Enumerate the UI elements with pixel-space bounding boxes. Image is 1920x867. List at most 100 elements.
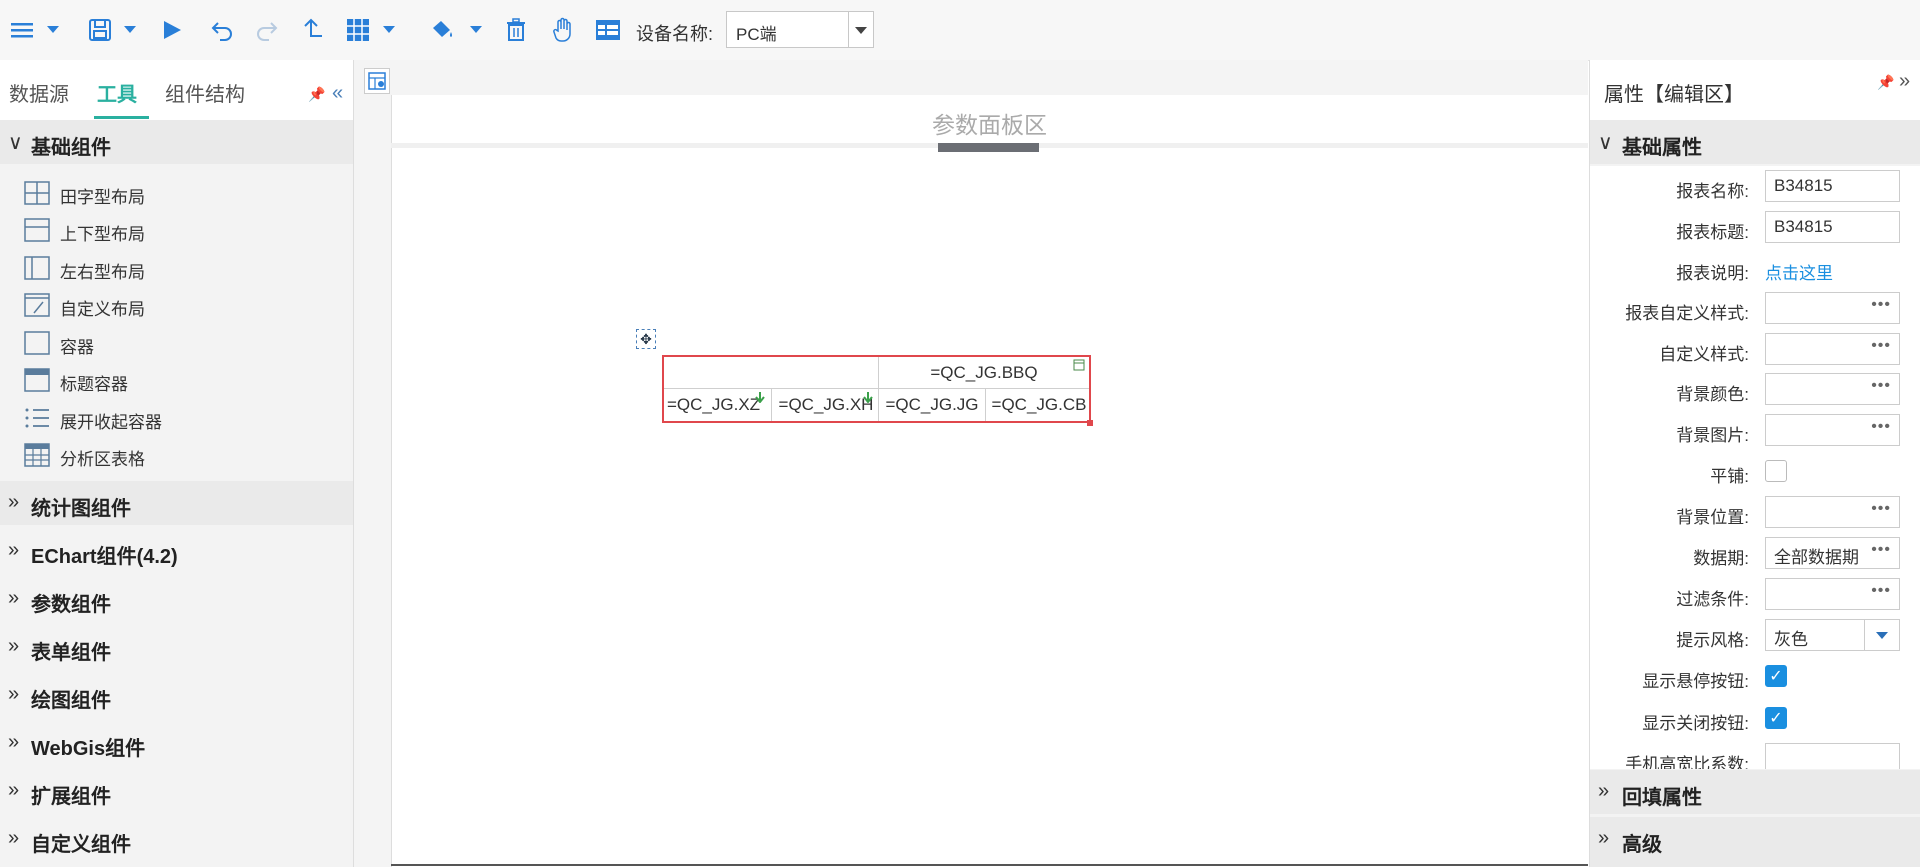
save-icon[interactable] [87, 14, 113, 46]
top-bottom-layout-icon [24, 218, 50, 242]
tool-container[interactable]: 容器 [24, 328, 324, 358]
tab-datasource[interactable]: 数据源 [9, 78, 69, 107]
section-drawing-components[interactable]: » 绘图组件 [0, 673, 353, 717]
layout-grid-icon[interactable] [345, 14, 371, 46]
custom-report-style-input[interactable]: ••• [1765, 292, 1900, 324]
prop-report-name: 报表名称: B34815 [1590, 166, 1920, 206]
chevron-right-icon: » [8, 491, 20, 513]
chevron-right-icon: » [8, 779, 20, 801]
prop-label: 报表标题: [1676, 223, 1749, 242]
report-table[interactable]: =QC_JG.BBQ =QC_JG.XZ =QC_JG.XH =QC_JG.JG… [662, 355, 1091, 423]
more-icon[interactable]: ••• [1871, 582, 1891, 600]
section-param-components[interactable]: » 参数组件 [0, 577, 353, 621]
data-period-input[interactable]: 全部数据期 ••• [1765, 537, 1900, 569]
menu-icon[interactable] [8, 14, 36, 46]
upload-icon[interactable] [299, 14, 325, 46]
move-icon[interactable]: ✥ [636, 329, 656, 349]
tool-top-bottom-layout[interactable]: 上下型布局 [24, 215, 324, 245]
custom-layout-icon [24, 293, 50, 317]
tool-grid-layout[interactable]: 田字型布局 [24, 178, 324, 208]
tool-collapsible-container[interactable]: 展开收起容器 [24, 403, 324, 433]
filter-input[interactable]: ••• [1765, 578, 1900, 610]
section-basic-components[interactable]: ∨ 基础组件 [0, 120, 353, 164]
chevron-down-icon[interactable] [1864, 620, 1899, 650]
bg-image-input[interactable]: ••• [1765, 414, 1900, 446]
cell-expand-icon [1073, 359, 1085, 371]
collapse-left-icon[interactable]: « [332, 82, 343, 105]
canvas-bottom-border [391, 864, 1588, 866]
paint-dropdown-icon[interactable] [470, 26, 482, 33]
table-header-cell[interactable]: =QC_JG.BBQ [878, 363, 1090, 383]
mobile-ratio-input[interactable] [1765, 743, 1900, 769]
prop-label: 背景位置: [1676, 508, 1749, 527]
show-hover-checkbox[interactable]: ✓ [1765, 665, 1787, 687]
section-webgis-components[interactable]: » WebGis组件 [0, 721, 353, 765]
preview-icon[interactable] [594, 14, 622, 46]
report-settings-icon[interactable] [364, 68, 390, 94]
device-select[interactable]: PC端 [726, 11, 874, 48]
tool-label: 左右型布局 [60, 263, 145, 282]
prop-bg-color: 背景颜色: ••• [1590, 369, 1920, 409]
tip-style-select[interactable]: 灰色 [1765, 619, 1900, 651]
chevron-down-icon: ∨ [1598, 132, 1613, 154]
bg-color-input[interactable]: ••• [1765, 373, 1900, 405]
run-icon[interactable] [159, 14, 185, 46]
section-chart-components[interactable]: » 统计图组件 [0, 481, 353, 525]
tab-tools[interactable]: 工具 [97, 78, 137, 107]
section-form-components[interactable]: » 表单组件 [0, 625, 353, 669]
param-panel-toggle[interactable] [938, 134, 1039, 152]
section-label: 扩展组件 [31, 786, 111, 808]
tool-custom-layout[interactable]: 自定义布局 [24, 290, 324, 320]
prop-show-hover: 显示悬停按钮: ✓ [1590, 656, 1920, 696]
pin-icon[interactable]: 📌 [308, 86, 325, 103]
report-desc-link[interactable]: 点击这里 [1765, 259, 1833, 284]
delete-icon[interactable] [503, 14, 529, 46]
more-icon[interactable]: ••• [1871, 377, 1891, 395]
tool-left-right-layout[interactable]: 左右型布局 [24, 253, 324, 283]
design-canvas[interactable] [391, 95, 1589, 867]
section-backfill-properties[interactable]: » 回填属性 [1590, 770, 1920, 814]
table-cell[interactable]: =QC_JG.CB [987, 395, 1091, 415]
section-label: 基础属性 [1622, 137, 1702, 159]
chevron-down-icon[interactable] [848, 12, 873, 47]
table-row-divider [664, 388, 1089, 389]
list-numbered-icon [25, 408, 49, 428]
section-label: 基础组件 [31, 137, 111, 159]
undo-icon[interactable] [209, 14, 235, 46]
custom-style-input[interactable]: ••• [1765, 333, 1900, 365]
section-advanced[interactable]: » 高级 [1590, 817, 1920, 867]
paint-bucket-icon[interactable] [428, 14, 456, 46]
more-icon[interactable]: ••• [1871, 296, 1891, 314]
hand-icon[interactable] [549, 14, 577, 46]
prop-label: 数据期: [1693, 549, 1749, 568]
report-name-input[interactable]: B34815 [1765, 170, 1900, 202]
more-icon[interactable]: ••• [1871, 337, 1891, 355]
expand-right-icon[interactable]: » [1899, 70, 1910, 93]
more-icon[interactable]: ••• [1871, 500, 1891, 518]
table-cell[interactable]: =QC_JG.JG [880, 395, 984, 415]
report-title-input[interactable]: B34815 [1765, 211, 1900, 243]
table-icon [24, 443, 50, 467]
resize-handle[interactable] [1087, 420, 1093, 426]
tool-title-container[interactable]: 标题容器 [24, 365, 324, 395]
prop-filter: 过滤条件: ••• [1590, 574, 1920, 614]
section-basic-properties[interactable]: ∨ 基础属性 [1590, 120, 1920, 164]
show-close-checkbox[interactable]: ✓ [1765, 707, 1787, 729]
more-icon[interactable]: ••• [1871, 418, 1891, 436]
menu-dropdown-icon[interactable] [47, 26, 59, 33]
tile-checkbox[interactable] [1765, 460, 1787, 482]
section-custom-components[interactable]: » 自定义组件 [0, 817, 353, 861]
layout-dropdown-icon[interactable] [383, 26, 395, 33]
tool-analysis-table[interactable]: 分析区表格 [24, 440, 324, 470]
section-label: 绘图组件 [31, 690, 111, 712]
tool-label: 标题容器 [60, 375, 128, 394]
section-echart-components[interactable]: » EChart组件(4.2) [0, 529, 353, 573]
more-icon[interactable]: ••• [1868, 541, 1891, 559]
tab-component-structure[interactable]: 组件结构 [165, 78, 245, 107]
save-dropdown-icon[interactable] [124, 26, 136, 33]
pin-icon[interactable]: 📌 [1877, 74, 1894, 91]
redo-icon[interactable] [254, 14, 280, 46]
bg-position-input[interactable]: ••• [1765, 496, 1900, 528]
section-extension-components[interactable]: » 扩展组件 [0, 769, 353, 813]
prop-label: 显示悬停按钮: [1642, 672, 1749, 691]
